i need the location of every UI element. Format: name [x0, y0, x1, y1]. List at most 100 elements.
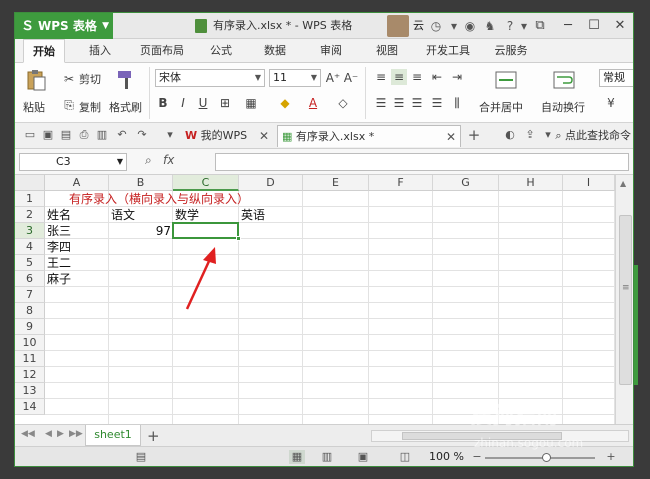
- maximize-button[interactable]: ☐: [581, 13, 607, 39]
- page-layout-view-icon[interactable]: ▥: [319, 450, 335, 464]
- align-top-icon[interactable]: ≡: [373, 69, 389, 85]
- font-color-icon[interactable]: A: [305, 95, 321, 111]
- align-right-icon[interactable]: ☰: [409, 95, 425, 111]
- align-left-icon[interactable]: ☰: [373, 95, 389, 111]
- row-header-3[interactable]: 3: [15, 223, 45, 239]
- tab-view[interactable]: 视图: [367, 39, 407, 63]
- copy-button[interactable]: 复制: [79, 99, 101, 115]
- merge-center-icon[interactable]: [495, 69, 517, 91]
- pdf-icon[interactable]: ▤: [59, 128, 73, 142]
- undo-icon[interactable]: ↶: [115, 128, 129, 142]
- column-header-i[interactable]: I: [563, 175, 615, 191]
- justify-icon[interactable]: ☰: [429, 95, 445, 111]
- row-header-7[interactable]: 7: [15, 287, 45, 303]
- add-sheet-button[interactable]: +: [147, 427, 160, 445]
- minimize-button[interactable]: ─: [555, 13, 581, 39]
- align-center-icon[interactable]: ☰: [391, 95, 407, 111]
- row-header-5[interactable]: 5: [15, 255, 45, 271]
- column-header-b[interactable]: B: [109, 175, 173, 191]
- cell-a2[interactable]: 姓名: [45, 207, 109, 223]
- formula-input[interactable]: [215, 153, 629, 171]
- next-sheet-icon[interactable]: ▶: [57, 429, 64, 439]
- app-menu-button[interactable]: Ｓ WPS 表格 ▼: [15, 13, 113, 39]
- zoom-slider-knob[interactable]: [541, 453, 551, 462]
- active-cell-c3[interactable]: [172, 222, 239, 239]
- chevron-down-icon[interactable]: ▾: [541, 128, 555, 142]
- backup-icon[interactable]: ◐: [503, 128, 517, 142]
- decrease-font-icon[interactable]: A⁻: [343, 70, 359, 86]
- command-search[interactable]: ⌕ 点此查找命令: [555, 127, 631, 145]
- paste-icon[interactable]: [25, 69, 47, 91]
- fill-pattern-icon[interactable]: ▦: [243, 95, 259, 111]
- zoom-out-icon[interactable]: −: [469, 450, 485, 464]
- user-label[interactable]: 云: [413, 13, 424, 39]
- vertical-scrollbar[interactable]: ▲ ≡: [615, 175, 633, 424]
- zoom-in-icon[interactable]: +: [603, 450, 619, 464]
- share-icon[interactable]: ⇪: [523, 128, 537, 142]
- tab-review[interactable]: 审阅: [311, 39, 351, 63]
- font-size-select[interactable]: 11 ▼: [269, 69, 321, 87]
- new-tab-icon[interactable]: +: [467, 128, 481, 143]
- distributed-icon[interactable]: ⫼: [449, 95, 465, 111]
- format-painter-icon[interactable]: [115, 69, 137, 91]
- column-header-e[interactable]: E: [303, 175, 369, 191]
- copy-icon[interactable]: ⎘: [61, 97, 77, 113]
- folder-icon[interactable]: ▭: [23, 128, 37, 142]
- tab-home[interactable]: 开始: [23, 39, 65, 63]
- column-header-c[interactable]: C: [173, 175, 239, 191]
- bold-button[interactable]: B: [155, 95, 171, 111]
- vertical-scroll-thumb[interactable]: [619, 215, 632, 385]
- row-header-9[interactable]: 9: [15, 319, 45, 335]
- shield-icon[interactable]: ◉: [461, 13, 479, 39]
- row-header-12[interactable]: 12: [15, 367, 45, 383]
- wrap-text-icon[interactable]: [553, 69, 575, 91]
- underline-button[interactable]: U: [195, 95, 211, 111]
- last-sheet-icon[interactable]: ▶▶: [69, 429, 83, 439]
- cell-b2[interactable]: 语文: [109, 207, 173, 223]
- cell-a1[interactable]: 有序录入（横向录入与纵向录入）: [45, 191, 249, 207]
- row-header-1[interactable]: 1: [15, 191, 45, 207]
- customize-icon[interactable]: ▾: [163, 128, 177, 142]
- redo-icon[interactable]: ↷: [135, 128, 149, 142]
- side-panel-handle[interactable]: [634, 265, 638, 385]
- zoom-lens-icon[interactable]: ⌕: [145, 153, 152, 168]
- scissors-icon[interactable]: ✂: [61, 71, 77, 87]
- currency-icon[interactable]: ¥: [603, 95, 619, 111]
- tab-cloud[interactable]: 云服务: [487, 39, 535, 63]
- save-icon[interactable]: ▣: [41, 128, 55, 142]
- indent-increase-icon[interactable]: ⇥: [449, 69, 465, 85]
- wrap-text-button[interactable]: 自动换行: [541, 99, 585, 115]
- column-header-f[interactable]: F: [369, 175, 433, 191]
- cell-a5[interactable]: 王二: [45, 255, 109, 271]
- cell-a6[interactable]: 麻子: [45, 271, 109, 287]
- select-all-corner[interactable]: [15, 175, 45, 191]
- print-preview-icon[interactable]: ▥: [95, 128, 109, 142]
- function-button[interactable]: fx: [163, 153, 174, 167]
- row-header-4[interactable]: 4: [15, 239, 45, 255]
- shirt-icon[interactable]: ♞: [481, 13, 499, 39]
- page-break-view-icon[interactable]: ▣: [355, 450, 371, 464]
- tab-my-wps[interactable]: W 我的WPS ✕: [181, 125, 273, 147]
- row-header-10[interactable]: 10: [15, 335, 45, 351]
- sheet-tab-sheet1[interactable]: sheet1: [85, 425, 141, 446]
- reading-mode-icon[interactable]: ◫: [397, 450, 413, 464]
- tab-active-document[interactable]: ▦ 有序录入.xlsx * ✕: [277, 125, 461, 147]
- format-painter-button[interactable]: 格式刷: [109, 99, 142, 115]
- document-icon[interactable]: ▤: [133, 450, 149, 464]
- row-header-6[interactable]: 6: [15, 271, 45, 287]
- clear-format-icon[interactable]: ◇: [335, 95, 351, 111]
- cell-c2[interactable]: 数学: [173, 207, 239, 223]
- tab-page-layout[interactable]: 页面布局: [133, 39, 191, 63]
- avatar[interactable]: [387, 15, 409, 37]
- zoom-level[interactable]: 100 %: [429, 450, 464, 463]
- tab-formulas[interactable]: 公式: [201, 39, 241, 63]
- column-header-h[interactable]: H: [499, 175, 563, 191]
- increase-font-icon[interactable]: A⁺: [325, 70, 341, 86]
- clock-icon[interactable]: ◷: [427, 13, 445, 39]
- column-header-g[interactable]: G: [433, 175, 499, 191]
- cell-a4[interactable]: 李四: [45, 239, 109, 255]
- close-icon[interactable]: ✕: [259, 125, 269, 147]
- cell-a3[interactable]: 张三: [45, 223, 109, 239]
- close-button[interactable]: ✕: [607, 13, 633, 39]
- row-header-2[interactable]: 2: [15, 207, 45, 223]
